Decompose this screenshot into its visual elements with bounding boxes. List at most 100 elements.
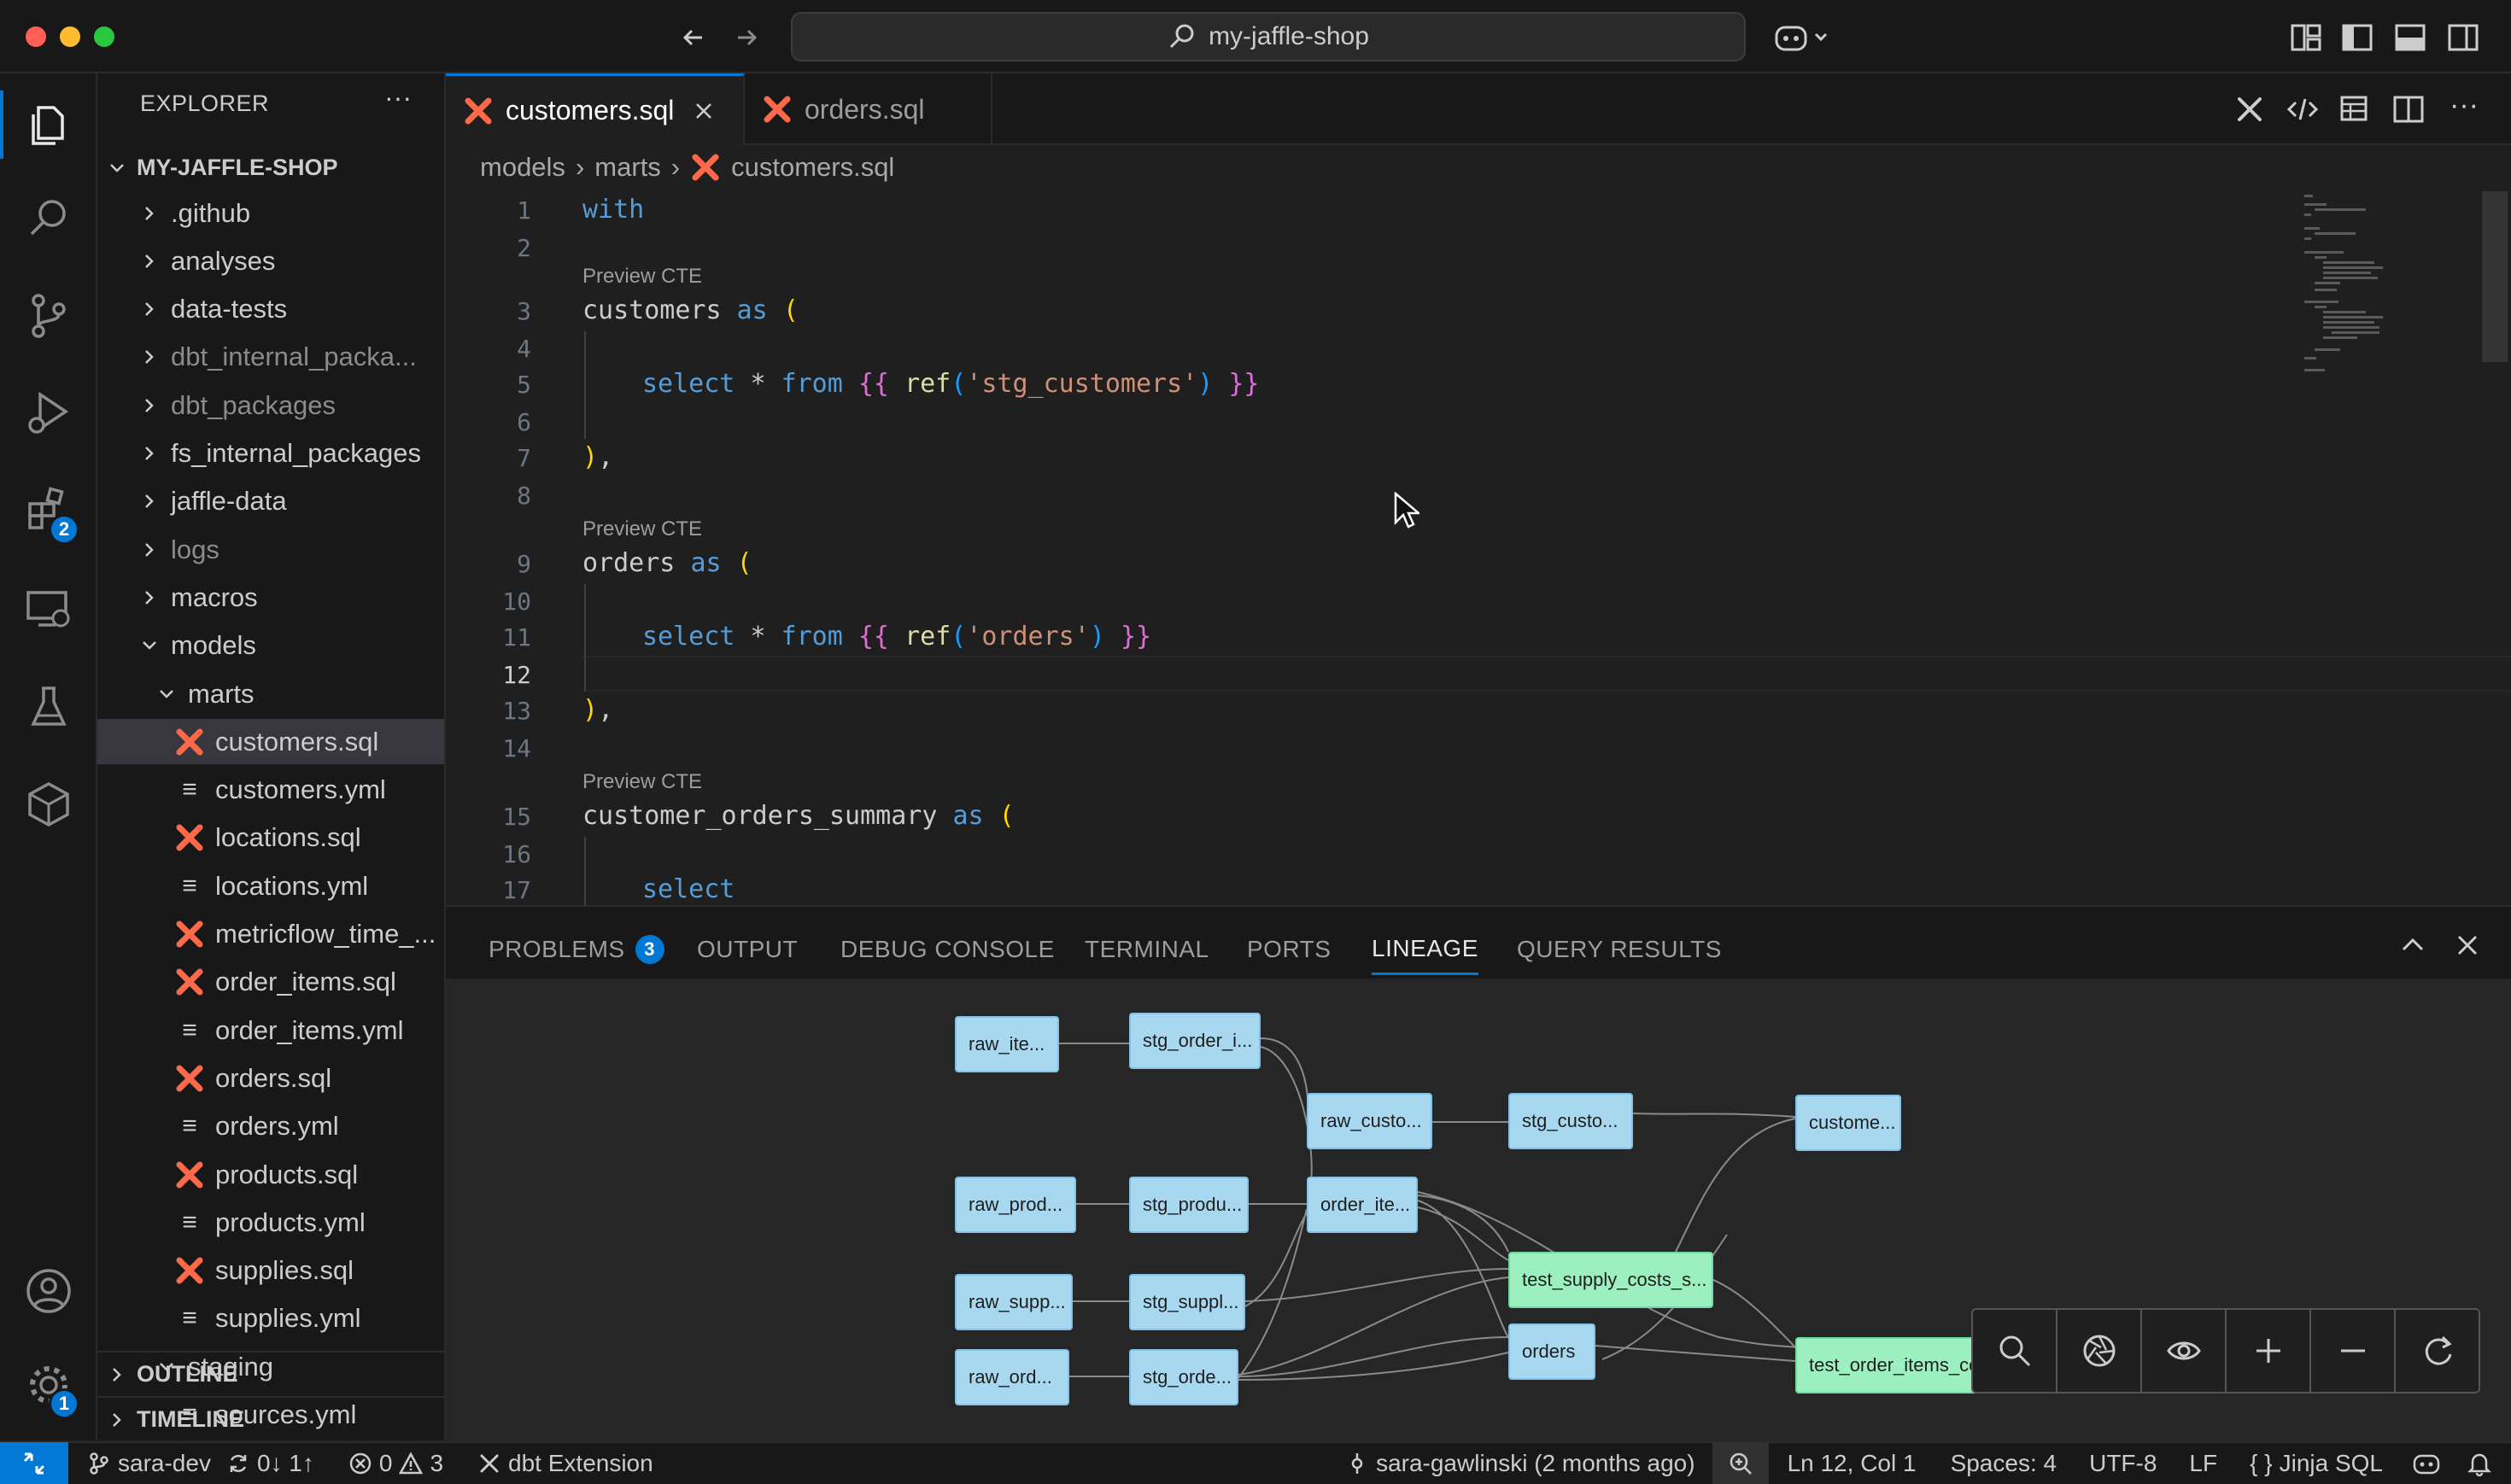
breadcrumb-item-marts[interactable]: marts — [594, 152, 661, 183]
command-center[interactable]: my-jaffle-shop — [791, 12, 1746, 61]
preview-cte-codelens[interactable]: Preview CTE — [582, 770, 702, 794]
tree-file[interactable]: ≡ supplies.yml — [97, 1296, 444, 1341]
tab-query-results[interactable]: QUERY RESULTS — [1517, 924, 1722, 975]
eol-status[interactable]: LF — [2189, 1450, 2217, 1477]
table-preview-icon[interactable] — [2338, 92, 2373, 126]
lineage-node[interactable]: raw_custo... — [1307, 1093, 1432, 1149]
tab-output[interactable]: OUTPUT — [697, 924, 798, 975]
testing-icon[interactable] — [23, 681, 74, 733]
zoom-in-button[interactable] — [2227, 1310, 2311, 1392]
lineage-node[interactable]: order_ite... — [1307, 1177, 1418, 1233]
run-debug-icon[interactable] — [23, 388, 74, 439]
vertical-scrollbar[interactable] — [2482, 191, 2508, 362]
lineage-visibility-button[interactable] — [2142, 1310, 2227, 1392]
outline-section-header[interactable]: OUTLINE — [97, 1351, 444, 1396]
tree-folder[interactable]: dbt_internal_packa... — [97, 335, 444, 380]
code-editor[interactable]: 1 2 3 4 5 6 7 8 9 10 11 12 13 14 15 16 17 with Preview C… — [446, 190, 2511, 905]
tree-file[interactable]: ≡ customers.yml — [97, 768, 444, 813]
tree-folder[interactable]: models — [97, 623, 444, 669]
preview-cte-codelens[interactable]: Preview CTE — [582, 517, 702, 541]
lineage-search-button[interactable] — [1973, 1310, 2057, 1392]
explorer-icon[interactable] — [23, 99, 74, 150]
indentation-status[interactable]: Spaces: 4 — [1951, 1450, 2057, 1477]
copilot-status-icon[interactable] — [2412, 1451, 2441, 1476]
remote-explorer-icon[interactable] — [23, 584, 74, 635]
problems-status[interactable]: 0 3 — [348, 1450, 443, 1477]
lineage-node[interactable]: raw_supp... — [955, 1274, 1073, 1330]
tree-folder[interactable]: analyses — [97, 238, 444, 283]
accounts-icon[interactable] — [23, 1265, 74, 1317]
breadcrumb-item-models[interactable]: models — [480, 152, 565, 183]
copilot-icon[interactable] — [1773, 20, 1833, 55]
lineage-node[interactable]: raw_ord... — [955, 1349, 1069, 1405]
tree-folder[interactable]: marts — [97, 671, 444, 716]
tree-file[interactable]: orders.sql — [97, 1055, 444, 1101]
close-icon[interactable] — [693, 100, 715, 122]
zoom-status[interactable] — [1712, 1442, 1769, 1484]
notifications-bell-icon[interactable] — [2467, 1451, 2492, 1476]
maximize-window-button[interactable] — [94, 26, 114, 47]
toggle-primary-sidebar-icon[interactable] — [2340, 20, 2374, 55]
customize-layout-icon[interactable] — [2289, 20, 2323, 55]
lineage-node[interactable]: raw_ite... — [955, 1016, 1059, 1072]
compiled-code-icon[interactable] — [2286, 92, 2320, 126]
tree-file[interactable]: supplies.sql — [97, 1248, 444, 1294]
close-window-button[interactable] — [26, 26, 46, 47]
dbt-package-icon[interactable] — [23, 779, 74, 830]
split-editor-icon[interactable] — [2391, 92, 2426, 126]
refresh-lineage-button[interactable] — [2396, 1310, 2479, 1392]
extensions-button[interactable]: 2 — [23, 485, 79, 545]
tree-folder[interactable]: data-tests — [97, 287, 444, 332]
tree-file[interactable]: ≡ products.yml — [97, 1200, 444, 1245]
manage-button[interactable]: 1 — [23, 1359, 79, 1419]
tree-file[interactable]: metricflow_time_... — [97, 912, 444, 957]
tab-ports[interactable]: PORTS — [1247, 924, 1331, 975]
forward-arrow-icon[interactable] — [729, 20, 764, 55]
tab-terminal[interactable]: TERMINAL — [1085, 924, 1209, 975]
close-panel-icon[interactable] — [2453, 931, 2482, 960]
tab-customers-sql[interactable]: customers.sql — [446, 73, 745, 145]
breadcrumb-item-file[interactable]: customers.sql — [731, 152, 894, 183]
lineage-node[interactable]: stg_suppl... — [1129, 1274, 1245, 1330]
tree-folder[interactable]: fs_internal_packages — [97, 431, 444, 476]
lineage-node[interactable]: raw_prod... — [955, 1177, 1076, 1233]
tree-file[interactable]: order_items.sql — [97, 960, 444, 1005]
lineage-node[interactable]: orders — [1508, 1323, 1595, 1380]
tree-file[interactable]: customers.sql — [97, 719, 444, 765]
tab-problems[interactable]: PROBLEMS 3 — [489, 924, 664, 975]
back-arrow-icon[interactable] — [676, 20, 711, 55]
preview-cte-codelens[interactable]: Preview CTE — [582, 265, 702, 289]
tree-folder[interactable]: macros — [97, 575, 444, 620]
lineage-node[interactable]: test_supply_costs_s... — [1508, 1252, 1713, 1308]
tree-folder[interactable]: jaffle-data — [97, 479, 444, 524]
explorer-root-folder[interactable]: MY-JAFFLE-SHOP — [97, 145, 444, 190]
tree-file[interactable]: ≡ locations.yml — [97, 863, 444, 909]
search-icon[interactable] — [23, 193, 74, 244]
lineage-focus-button[interactable] — [2057, 1310, 2142, 1392]
tab-orders-sql[interactable]: orders.sql — [745, 73, 992, 145]
tab-debug-console[interactable]: DEBUG CONSOLE — [840, 924, 1055, 975]
tree-folder[interactable]: logs — [97, 527, 444, 572]
zoom-out-button[interactable] — [2311, 1310, 2396, 1392]
dbt-action-icon[interactable] — [2233, 92, 2267, 126]
tree-folder[interactable]: dbt_packages — [97, 383, 444, 428]
lineage-node[interactable]: stg_custo... — [1508, 1093, 1633, 1149]
timeline-section-header[interactable]: TIMELINE — [97, 1396, 444, 1440]
toggle-secondary-sidebar-icon[interactable] — [2446, 20, 2480, 55]
tree-file[interactable]: ≡ order_items.yml — [97, 1008, 444, 1053]
tree-folder[interactable]: .github — [97, 190, 444, 236]
encoding-status[interactable]: UTF-8 — [2089, 1450, 2157, 1477]
maximize-panel-icon[interactable] — [2398, 931, 2427, 960]
dbt-extension-status[interactable]: dbt Extension — [477, 1450, 653, 1477]
git-sync-status[interactable]: 0↓ 1↑ — [226, 1450, 314, 1477]
editor-more-actions-button[interactable]: ··· — [2450, 89, 2479, 122]
minimize-window-button[interactable] — [60, 26, 80, 47]
explorer-more-actions-button[interactable]: ··· — [384, 82, 412, 114]
lineage-node[interactable]: stg_order_i... — [1129, 1013, 1261, 1069]
source-control-icon[interactable] — [23, 290, 74, 342]
cursor-position-status[interactable]: Ln 12, Col 1 — [1788, 1450, 1917, 1477]
lineage-node[interactable]: custome... — [1795, 1095, 1901, 1151]
toggle-panel-icon[interactable] — [2393, 20, 2427, 55]
lineage-node[interactable]: stg_orde... — [1129, 1349, 1238, 1405]
lineage-node[interactable]: stg_produ... — [1129, 1177, 1249, 1233]
